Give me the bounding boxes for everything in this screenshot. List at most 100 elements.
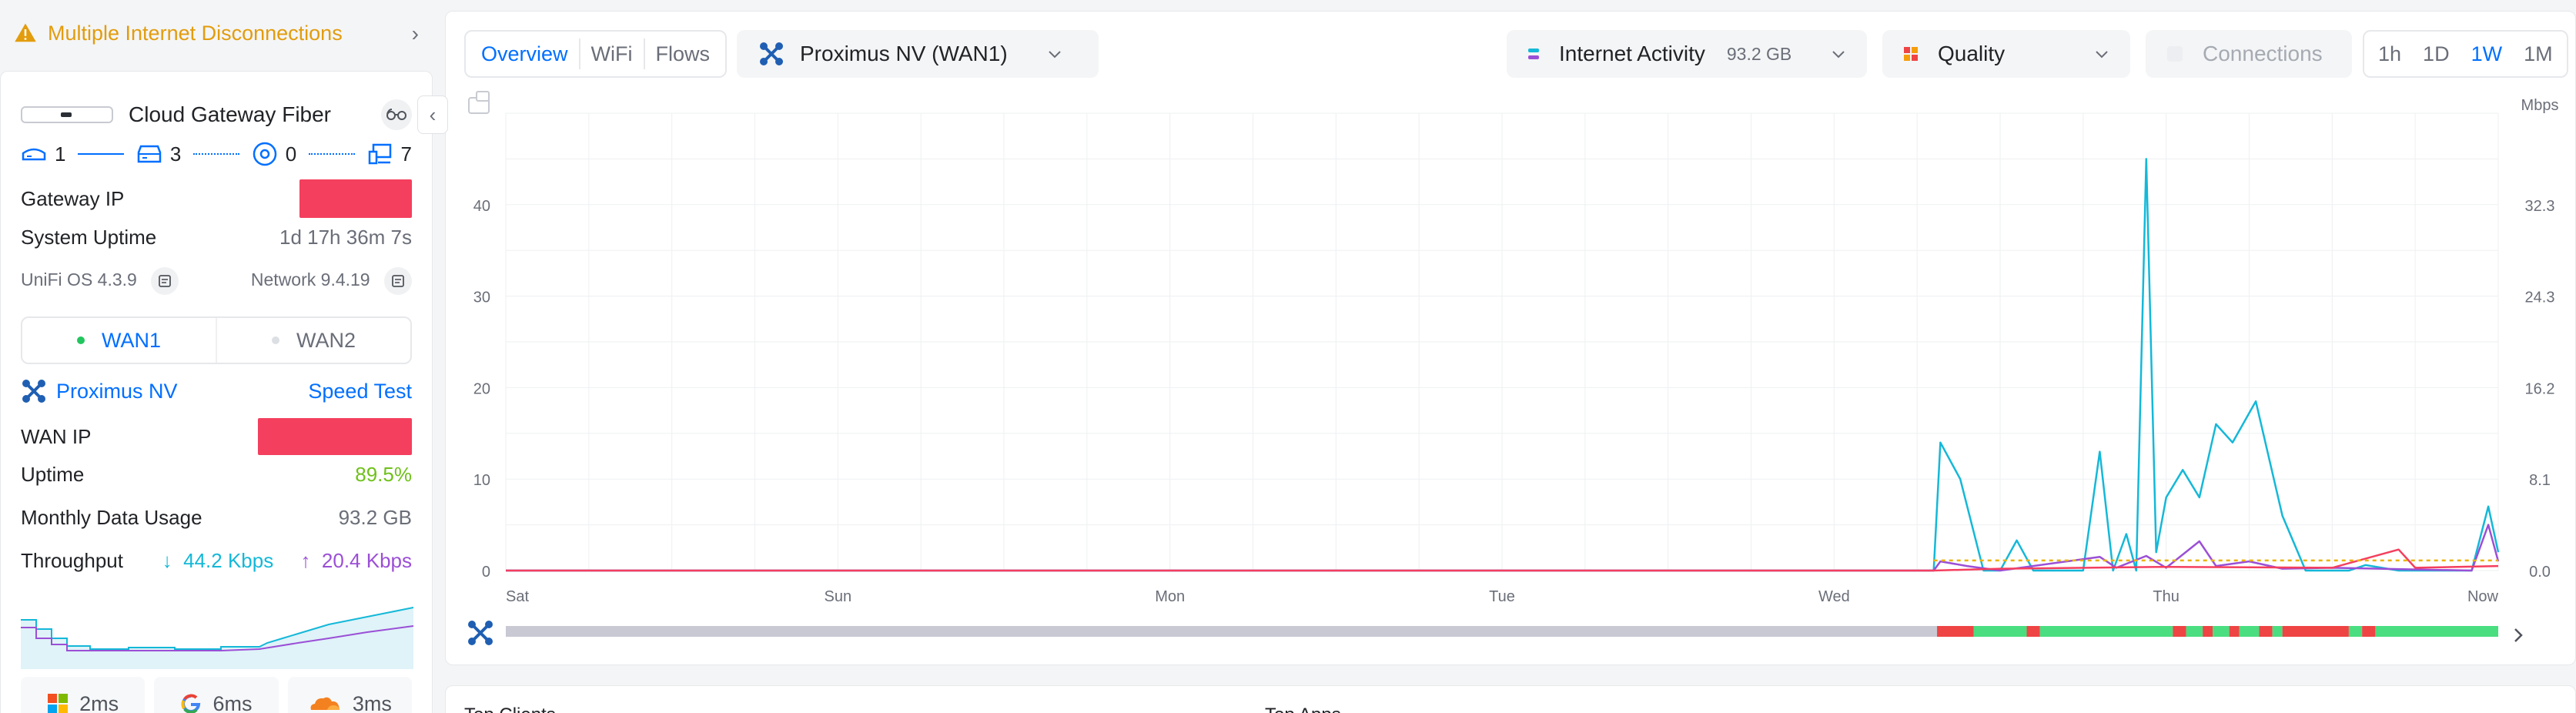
data-usage-label: Monthly Data Usage	[21, 506, 202, 529]
y-right-tick-label: 8.1	[2529, 472, 2551, 489]
tab-wan2[interactable]: WAN2	[216, 318, 410, 363]
release-notes-icon[interactable]	[384, 267, 412, 295]
data-usage-value: 93.2 GB	[338, 506, 412, 529]
network-version: Network 9.4.19	[250, 269, 370, 290]
throughput-row: Throughput ↓ 44.2 Kbps ↑ 20.4 Kbps	[21, 549, 412, 573]
x-tick-label: Now	[2467, 588, 2499, 605]
gateway-ip-redacted	[299, 179, 412, 218]
x-tick-label: Mon	[1155, 588, 1185, 605]
quality-segment	[2213, 626, 2230, 637]
y-tick-label: 20	[473, 380, 490, 397]
chart-corner-icon	[468, 91, 490, 114]
access-point-icon	[253, 142, 276, 166]
quality-segment	[2026, 626, 2040, 637]
switch-icon	[137, 145, 162, 163]
chevron-right-icon: ›	[411, 22, 419, 45]
speed-test-link[interactable]: Speed Test	[308, 380, 412, 403]
y-right-unit-label: Mbps	[2521, 97, 2559, 114]
throughput-label: Throughput	[21, 549, 123, 572]
isp-row: Proximus NV Speed Test	[21, 378, 412, 404]
x-tick-label: Wed	[1818, 588, 1850, 605]
topology-access-points[interactable]: 0	[252, 141, 296, 167]
x-tick-label: Sat	[506, 588, 529, 605]
google-icon	[181, 694, 201, 713]
gateway-ip-label: Gateway IP	[21, 186, 125, 210]
system-uptime-value: 1d 17h 36m 7s	[279, 226, 412, 249]
y-tick-label: 10	[473, 472, 490, 489]
gateway-icon	[22, 148, 46, 161]
proximus-logo-icon	[468, 621, 493, 645]
chevron-right-icon[interactable]	[2514, 628, 2523, 642]
topology-link	[309, 153, 355, 155]
system-uptime-label: System Uptime	[21, 226, 157, 249]
wan-ip-row: WAN IP	[21, 418, 412, 455]
tab-wan1[interactable]: WAN1	[22, 318, 216, 363]
chart-grid	[505, 112, 2499, 571]
throughput-sparkline	[21, 607, 413, 669]
data-usage-row: Monthly Data Usage 93.2 GB	[21, 506, 412, 530]
topology-gateways[interactable]: 1	[21, 142, 65, 166]
y-tick-label: 0	[482, 564, 490, 581]
latency-row: 2ms 6ms 3ms	[21, 677, 412, 713]
quality-segment	[2229, 626, 2240, 637]
topology-link	[193, 153, 239, 155]
latency-google: 6ms	[154, 677, 279, 713]
wan-ip-label: WAN IP	[21, 424, 92, 448]
quality-segment	[2173, 626, 2186, 637]
quality-segment	[2348, 626, 2363, 637]
gateway-device-icon	[21, 106, 113, 123]
latency-microsoft: 2ms	[21, 677, 146, 713]
quality-segment	[2375, 626, 2498, 637]
release-notes-icon[interactable]	[151, 267, 179, 295]
arrow-down-icon: ↓	[162, 549, 172, 572]
y-tick-label: 30	[473, 290, 490, 306]
top-lists-panel: Top Clients Top Apps	[445, 685, 2576, 713]
status-dot	[271, 336, 279, 344]
gateway-panel: Cloud Gateway Fiber 1 3 0 7 Gateway IP S…	[0, 71, 433, 713]
internet-activity-chart: 0 10 20 30 40 0.0 8.1 16.2 24.3 32.3 Mbps Sat Sun Mon…	[468, 91, 2559, 645]
quality-segment	[1937, 626, 1974, 637]
quality-segment	[2039, 626, 2173, 637]
y-tick-label: 40	[473, 198, 490, 215]
quality-segment	[2282, 626, 2349, 637]
top-apps-title: Top Apps	[1265, 705, 1341, 713]
wan-uptime-value: 89.5%	[355, 463, 412, 486]
warning-text: Multiple Internet Disconnections	[48, 21, 343, 45]
warning-icon	[15, 23, 36, 42]
glasses-icon[interactable]	[381, 99, 412, 130]
cloudflare-icon	[310, 697, 340, 710]
quality-segment	[2186, 626, 2203, 637]
status-dot	[76, 336, 85, 344]
internet-panel: Overview WiFi Flows Proximus NV (WAN1) I…	[445, 11, 2576, 665]
wan-uptime-row: Uptime 89.5%	[21, 463, 412, 487]
quality-segment	[506, 626, 1938, 637]
arrow-up-icon: ↑	[300, 549, 311, 572]
upload-rate: ↑ 20.4 Kbps	[300, 549, 412, 572]
wan-tabs: WAN1 WAN2	[21, 316, 412, 364]
x-tick-label: Thu	[2153, 588, 2179, 605]
quality-segment	[2203, 626, 2213, 637]
quality-segment	[2239, 626, 2260, 637]
client-devices-icon	[368, 143, 391, 165]
topology-clients[interactable]: 7	[367, 142, 412, 166]
gateway-device-row: Cloud Gateway Fiber	[21, 99, 412, 130]
disconnection-warning[interactable]: Multiple Internet Disconnections ›	[0, 0, 434, 66]
x-tick-label: Tue	[1489, 588, 1515, 605]
topology-switches[interactable]: 3	[136, 142, 181, 166]
collapse-panel-button[interactable]: ‹	[417, 95, 448, 134]
gateway-ip-row: Gateway IP	[21, 179, 412, 218]
download-rate: ↓ 44.2 Kbps	[162, 549, 274, 572]
microsoft-icon	[48, 694, 69, 713]
wan-ip-redacted	[258, 418, 412, 455]
wan-uptime-label: Uptime	[21, 463, 85, 486]
topology-link	[78, 153, 124, 155]
y-right-tick-label: 24.3	[2525, 290, 2555, 306]
top-clients-title: Top Clients	[464, 705, 556, 713]
quality-segment	[2272, 626, 2283, 637]
gateway-name: Cloud Gateway Fiber	[129, 102, 332, 126]
y-right-tick-label: 16.2	[2525, 380, 2555, 397]
system-uptime-row: System Uptime 1d 17h 36m 7s	[21, 226, 412, 249]
latency-cloudflare: 3ms	[287, 677, 412, 713]
x-tick-label: Sun	[825, 588, 852, 605]
quality-segment	[2362, 626, 2376, 637]
